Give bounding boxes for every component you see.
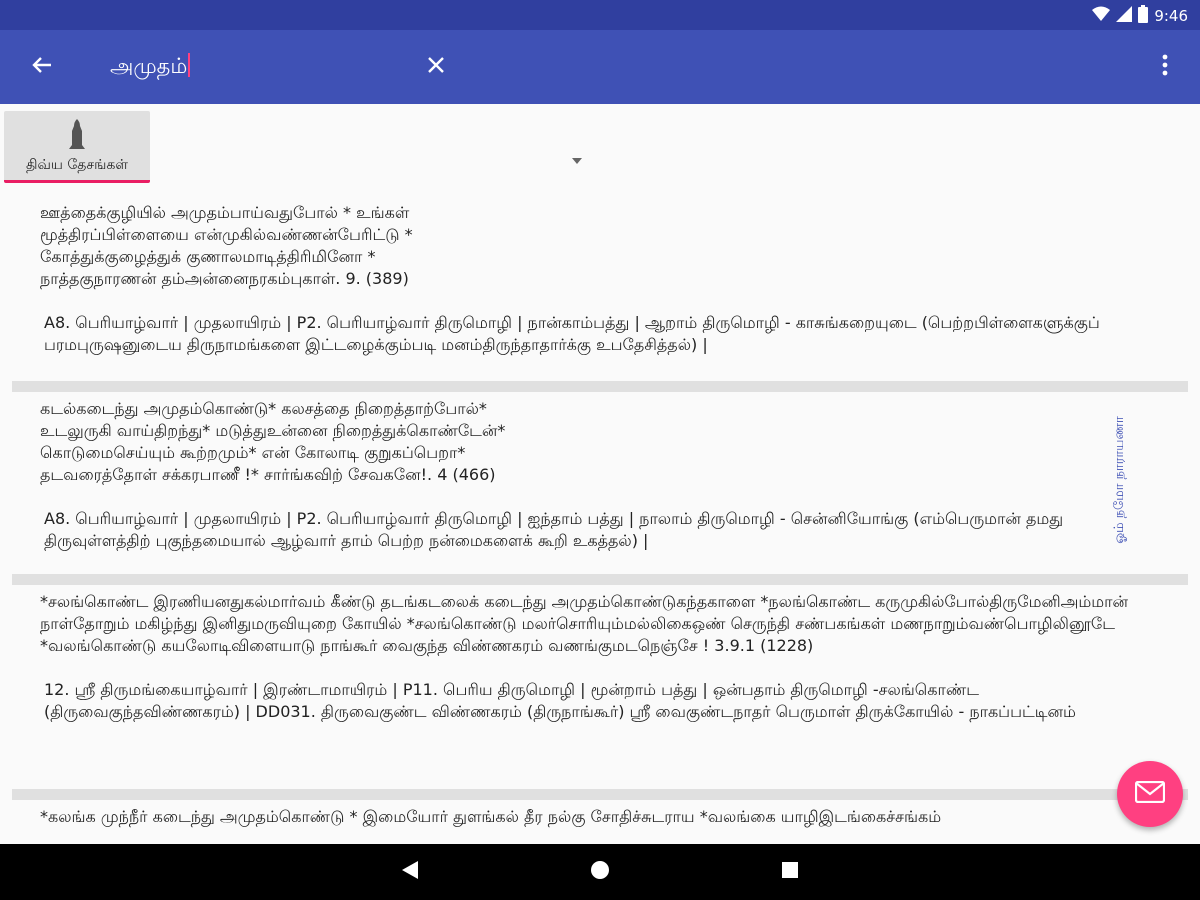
clear-search-button[interactable] (416, 47, 456, 87)
system-nav-bar (0, 844, 1200, 900)
square-recents-icon (781, 861, 799, 883)
nav-recents-button[interactable] (774, 856, 806, 888)
side-label-text: ஓம் நமோ நாராயணா (1112, 416, 1127, 544)
signal-icon (1116, 6, 1133, 26)
status-time: 9:46 (1154, 7, 1188, 25)
app-bar: அமுதம் (0, 30, 1200, 104)
result-item[interactable]: *சலங்கொண்ட இரணியனதுகல்மார்வம் கீண்டு தடங… (12, 585, 1188, 789)
result-divider (12, 381, 1188, 392)
battery-icon (1138, 5, 1149, 27)
result-source: A8. பெரியாழ்வார் | முதலாயிரம் | P2. பெரி… (44, 313, 1100, 354)
results-list[interactable]: ஊத்தைக்குழியில் அமுதம்பாய்வதுபோல் * உங்க… (12, 196, 1188, 844)
result-item[interactable]: *கலங்க முந்நீர் கடைந்து அமுதம்கொண்டு * இ… (12, 800, 1188, 828)
result-item[interactable]: ஊத்தைக்குழியில் அமுதம்பாய்வதுபோல் * உங்க… (12, 196, 1188, 381)
text-cursor (188, 53, 191, 77)
email-fab-button[interactable] (1117, 761, 1183, 827)
result-source: 12. ஸ்ரீ திருமங்கையாழ்வார் | இரண்டாமாயிர… (44, 680, 1076, 721)
mail-icon (1134, 780, 1166, 807)
side-label: ஓம் நமோ நாராயணா (1108, 395, 1132, 565)
category-label: திவ்ய தேசங்கள் (26, 157, 128, 173)
close-icon (426, 55, 446, 79)
more-vert-icon (1162, 54, 1168, 80)
result-verse: *கலங்க முந்நீர் கடைந்து அமுதம்கொண்டு * இ… (40, 807, 942, 826)
temple-icon (67, 119, 87, 149)
circle-home-icon (590, 860, 610, 884)
result-divider (12, 574, 1188, 585)
result-verse: *சலங்கொண்ட இரணியனதுகல்மார்வம் கீண்டு தடங… (40, 592, 1129, 655)
search-query: அமுதம் (110, 54, 188, 78)
result-verse: கடல்கடைந்து அமுதம்கொண்டு* கலசத்தை நிறைத்… (40, 399, 506, 484)
back-button[interactable] (22, 47, 62, 87)
result-item[interactable]: கடல்கடைந்து அமுதம்கொண்டு* கலசத்தை நிறைத்… (12, 392, 1188, 574)
result-source: A8. பெரியாழ்வார் | முதலாயிரம் | P2. பெரி… (44, 509, 1064, 550)
nav-home-button[interactable] (584, 856, 616, 888)
status-icons: 9:46 (1092, 5, 1188, 27)
filter-area: திவ்ய தேசங்கள் (0, 104, 1200, 184)
back-arrow-icon (31, 54, 53, 80)
wifi-icon (1092, 6, 1111, 26)
status-bar: 9:46 (0, 0, 1200, 30)
nav-back-button[interactable] (394, 856, 426, 888)
overflow-menu-button[interactable] (1148, 47, 1182, 87)
category-tab-divya-desam[interactable]: திவ்ய தேசங்கள் (4, 111, 150, 183)
triangle-back-icon (401, 860, 419, 884)
dropdown-arrow-icon[interactable] (572, 158, 582, 164)
search-input[interactable]: அமுதம் (110, 53, 191, 81)
result-divider (12, 789, 1188, 800)
result-verse: ஊத்தைக்குழியில் அமுதம்பாய்வதுபோல் * உங்க… (40, 203, 413, 288)
